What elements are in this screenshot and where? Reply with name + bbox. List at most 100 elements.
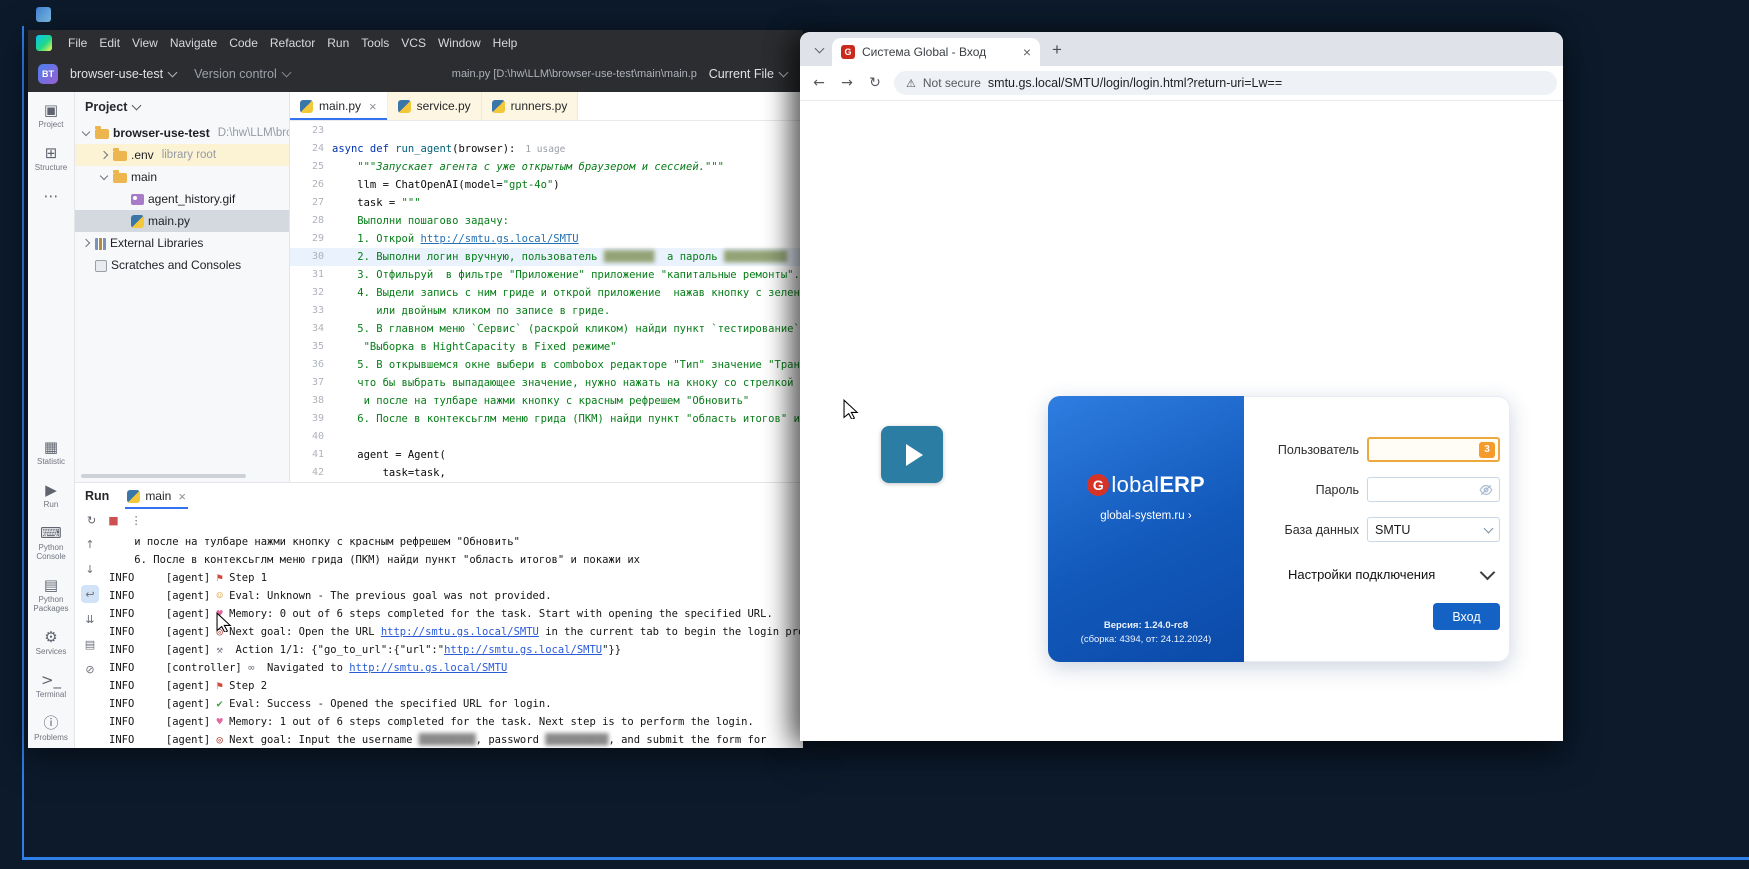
menu-tools[interactable]: Tools — [355, 34, 395, 52]
code-line-31[interactable]: 31 3. Отфильруй в фильтре "Приложение" п… — [290, 266, 803, 284]
close-icon[interactable]: × — [178, 490, 186, 503]
tab-search-button[interactable] — [808, 38, 830, 60]
tool-python-console[interactable]: ⌨Python Console — [29, 525, 73, 561]
tool-run[interactable]: ▶Run — [29, 482, 73, 509]
tree-item-scratches-and-consoles[interactable]: Scratches and Consoles — [75, 254, 289, 276]
code-line-30[interactable]: 30 2. Выполни логин вручную, пользовател… — [290, 248, 803, 266]
tree-item-browser-use-test[interactable]: browser-use-testD:\hw\LLM\browser-u — [75, 122, 289, 144]
chevron-down-icon — [132, 101, 142, 111]
run-config-selector[interactable]: Current File — [703, 63, 793, 85]
code-line-36[interactable]: 36 5. В открывшемся окне выбери в combob… — [290, 356, 803, 374]
password-input[interactable] — [1367, 477, 1500, 502]
code-line-26[interactable]: 26 llm = ChatOpenAI(model="gpt-4o") — [290, 176, 803, 194]
up-the-stack-trace-icon[interactable]: ↑ — [81, 535, 99, 553]
global-system-link[interactable]: global-system.ru › — [1100, 510, 1191, 522]
chevron-icon[interactable] — [100, 151, 108, 159]
code-line-24[interactable]: 24async def run_agent(browser):1 usage — [290, 140, 803, 158]
soft-wrap-icon[interactable]: ↩ — [81, 585, 99, 603]
username-input[interactable]: 3 — [1367, 437, 1500, 462]
new-tab-button[interactable]: + — [1044, 36, 1070, 62]
close-icon[interactable]: × — [369, 100, 377, 113]
code-line-35[interactable]: 35 "Выборка в HightCapacity в Fixed режи… — [290, 338, 803, 356]
tree-item-main.py[interactable]: main.py — [75, 210, 289, 232]
print-icon[interactable]: ▤ — [81, 635, 99, 653]
reload-button[interactable]: ↻ — [862, 70, 888, 96]
run-tab-main[interactable]: main × — [121, 483, 192, 509]
menu-file[interactable]: File — [62, 34, 93, 52]
eye-off-icon[interactable] — [1479, 483, 1493, 497]
password-manager-badge[interactable]: 3 — [1479, 442, 1495, 458]
url-link[interactable]: http://smtu.gs.local/SMTU — [421, 233, 579, 245]
tool-statistic[interactable]: ▦Statistic — [29, 439, 73, 466]
code-line-37[interactable]: 37 что бы выбрать выпадающее значение, н… — [290, 374, 803, 392]
back-button[interactable]: ← — [806, 70, 832, 96]
scroll-to-end-icon[interactable]: ⇊ — [81, 610, 99, 628]
connection-settings-toggle[interactable]: Настройки подключения — [1288, 567, 1493, 582]
clear-all-icon[interactable]: ⊘ — [81, 660, 99, 678]
tool-python-packages[interactable]: ▤Python Packages — [29, 577, 73, 613]
code-line-23[interactable]: 23 — [290, 122, 803, 140]
project-panel-header[interactable]: Project — [75, 92, 289, 122]
tree-item-external-libraries[interactable]: External Libraries — [75, 232, 289, 254]
database-select[interactable]: SMTU — [1367, 517, 1500, 542]
console-output[interactable]: и после на тулбаре нажми кнопку с красны… — [105, 531, 803, 748]
tree-item-main[interactable]: main — [75, 166, 289, 188]
version-control-menu[interactable]: Version control — [188, 63, 296, 85]
chevron-icon[interactable] — [82, 127, 90, 135]
tool-more-tools[interactable]: ⋯ — [29, 188, 73, 204]
menu-help[interactable]: Help — [487, 34, 524, 52]
url-link[interactable]: http://smtu.gs.local/SMTU — [444, 644, 602, 656]
code-line-25[interactable]: 25 """Запускает агента с уже открытым бр… — [290, 158, 803, 176]
tool-problems[interactable]: ⓘProblems — [29, 715, 73, 742]
login-button[interactable]: Вход — [1433, 603, 1500, 630]
chevron-icon[interactable] — [100, 171, 108, 179]
security-label[interactable]: Not secure — [923, 76, 981, 90]
code-editor[interactable]: 2324async def run_agent(browser):1 usage… — [290, 121, 803, 482]
address-bar[interactable]: ⚠ Not secure smtu.gs.local/SMTU/login/lo… — [894, 71, 1557, 95]
code-line-28[interactable]: 28 Выполни пошагово задачу: — [290, 212, 803, 230]
url-link[interactable]: http://smtu.gs.local/SMTU — [349, 662, 507, 674]
tree-item-agent-history.gif[interactable]: agent_history.gif — [75, 188, 289, 210]
editor-tab-main.py[interactable]: main.py× — [290, 92, 388, 120]
menu-view[interactable]: View — [126, 34, 164, 52]
project-badge[interactable]: BT — [38, 64, 58, 84]
url-link[interactable]: http://smtu.gs.local/SMTU — [381, 626, 539, 638]
tree-item-.env[interactable]: .envlibrary root — [75, 144, 289, 166]
tool-project[interactable]: ▣Project — [29, 102, 73, 129]
menu-run[interactable]: Run — [321, 34, 355, 52]
code-line-39[interactable]: 39 6. После в контексьглм меню грида (ПК… — [290, 410, 803, 428]
tool-services[interactable]: ⚙Services — [29, 629, 73, 656]
rerun-icon[interactable]: ↻ — [87, 514, 96, 527]
pycharm-app-icon[interactable] — [36, 35, 52, 51]
project-scrollbar[interactable] — [81, 474, 246, 478]
more-options-icon[interactable]: ⋮ — [131, 514, 142, 527]
editor-tab-runners.py[interactable]: runners.py — [482, 92, 579, 120]
menu-code[interactable]: Code — [223, 34, 264, 52]
code-line-34[interactable]: 34 5. В главном меню `Сервис` (раскрой к… — [290, 320, 803, 338]
down-the-stack-trace-icon[interactable]: ↓ — [81, 560, 99, 578]
code-line-33[interactable]: 33 или двойным кликом по записе в гриде. — [290, 302, 803, 320]
code-line-40[interactable]: 40 — [290, 428, 803, 446]
menu-refactor[interactable]: Refactor — [264, 34, 321, 52]
project-switcher[interactable]: browser-use-test — [64, 63, 182, 85]
menu-navigate[interactable]: Navigate — [164, 34, 223, 52]
tool-terminal[interactable]: >_Terminal — [29, 672, 73, 699]
code-line-32[interactable]: 32 4. Выдели запись с ним гриде и открой… — [290, 284, 803, 302]
tab-close-icon[interactable]: × — [1023, 45, 1031, 59]
menu-edit[interactable]: Edit — [93, 34, 126, 52]
code-line-41[interactable]: 41 agent = Agent( — [290, 446, 803, 464]
chevron-icon[interactable] — [82, 239, 90, 247]
menu-window[interactable]: Window — [432, 34, 487, 52]
code-line-42[interactable]: 42 task=task, — [290, 464, 803, 482]
browser-tab[interactable]: G Система Global - Вход × — [832, 38, 1040, 66]
stop-icon[interactable]: ■ — [108, 514, 118, 527]
code-line-29[interactable]: 29 1. Открой http://smtu.gs.local/SMTU — [290, 230, 803, 248]
tool-structure[interactable]: ⊞Structure — [29, 145, 73, 172]
play-button[interactable] — [881, 426, 943, 483]
code-line-38[interactable]: 38 и после на тулбаре нажми кнопку с кра… — [290, 392, 803, 410]
code-line-27[interactable]: 27 task = """ — [290, 194, 803, 212]
forward-button[interactable]: → — [834, 70, 860, 96]
menu-vcs[interactable]: VCS — [395, 34, 432, 52]
editor-tab-service.py[interactable]: service.py — [388, 92, 482, 120]
file-breadcrumb[interactable]: main.py [D:\hw\LLM\browser-use-test\main… — [452, 68, 697, 80]
